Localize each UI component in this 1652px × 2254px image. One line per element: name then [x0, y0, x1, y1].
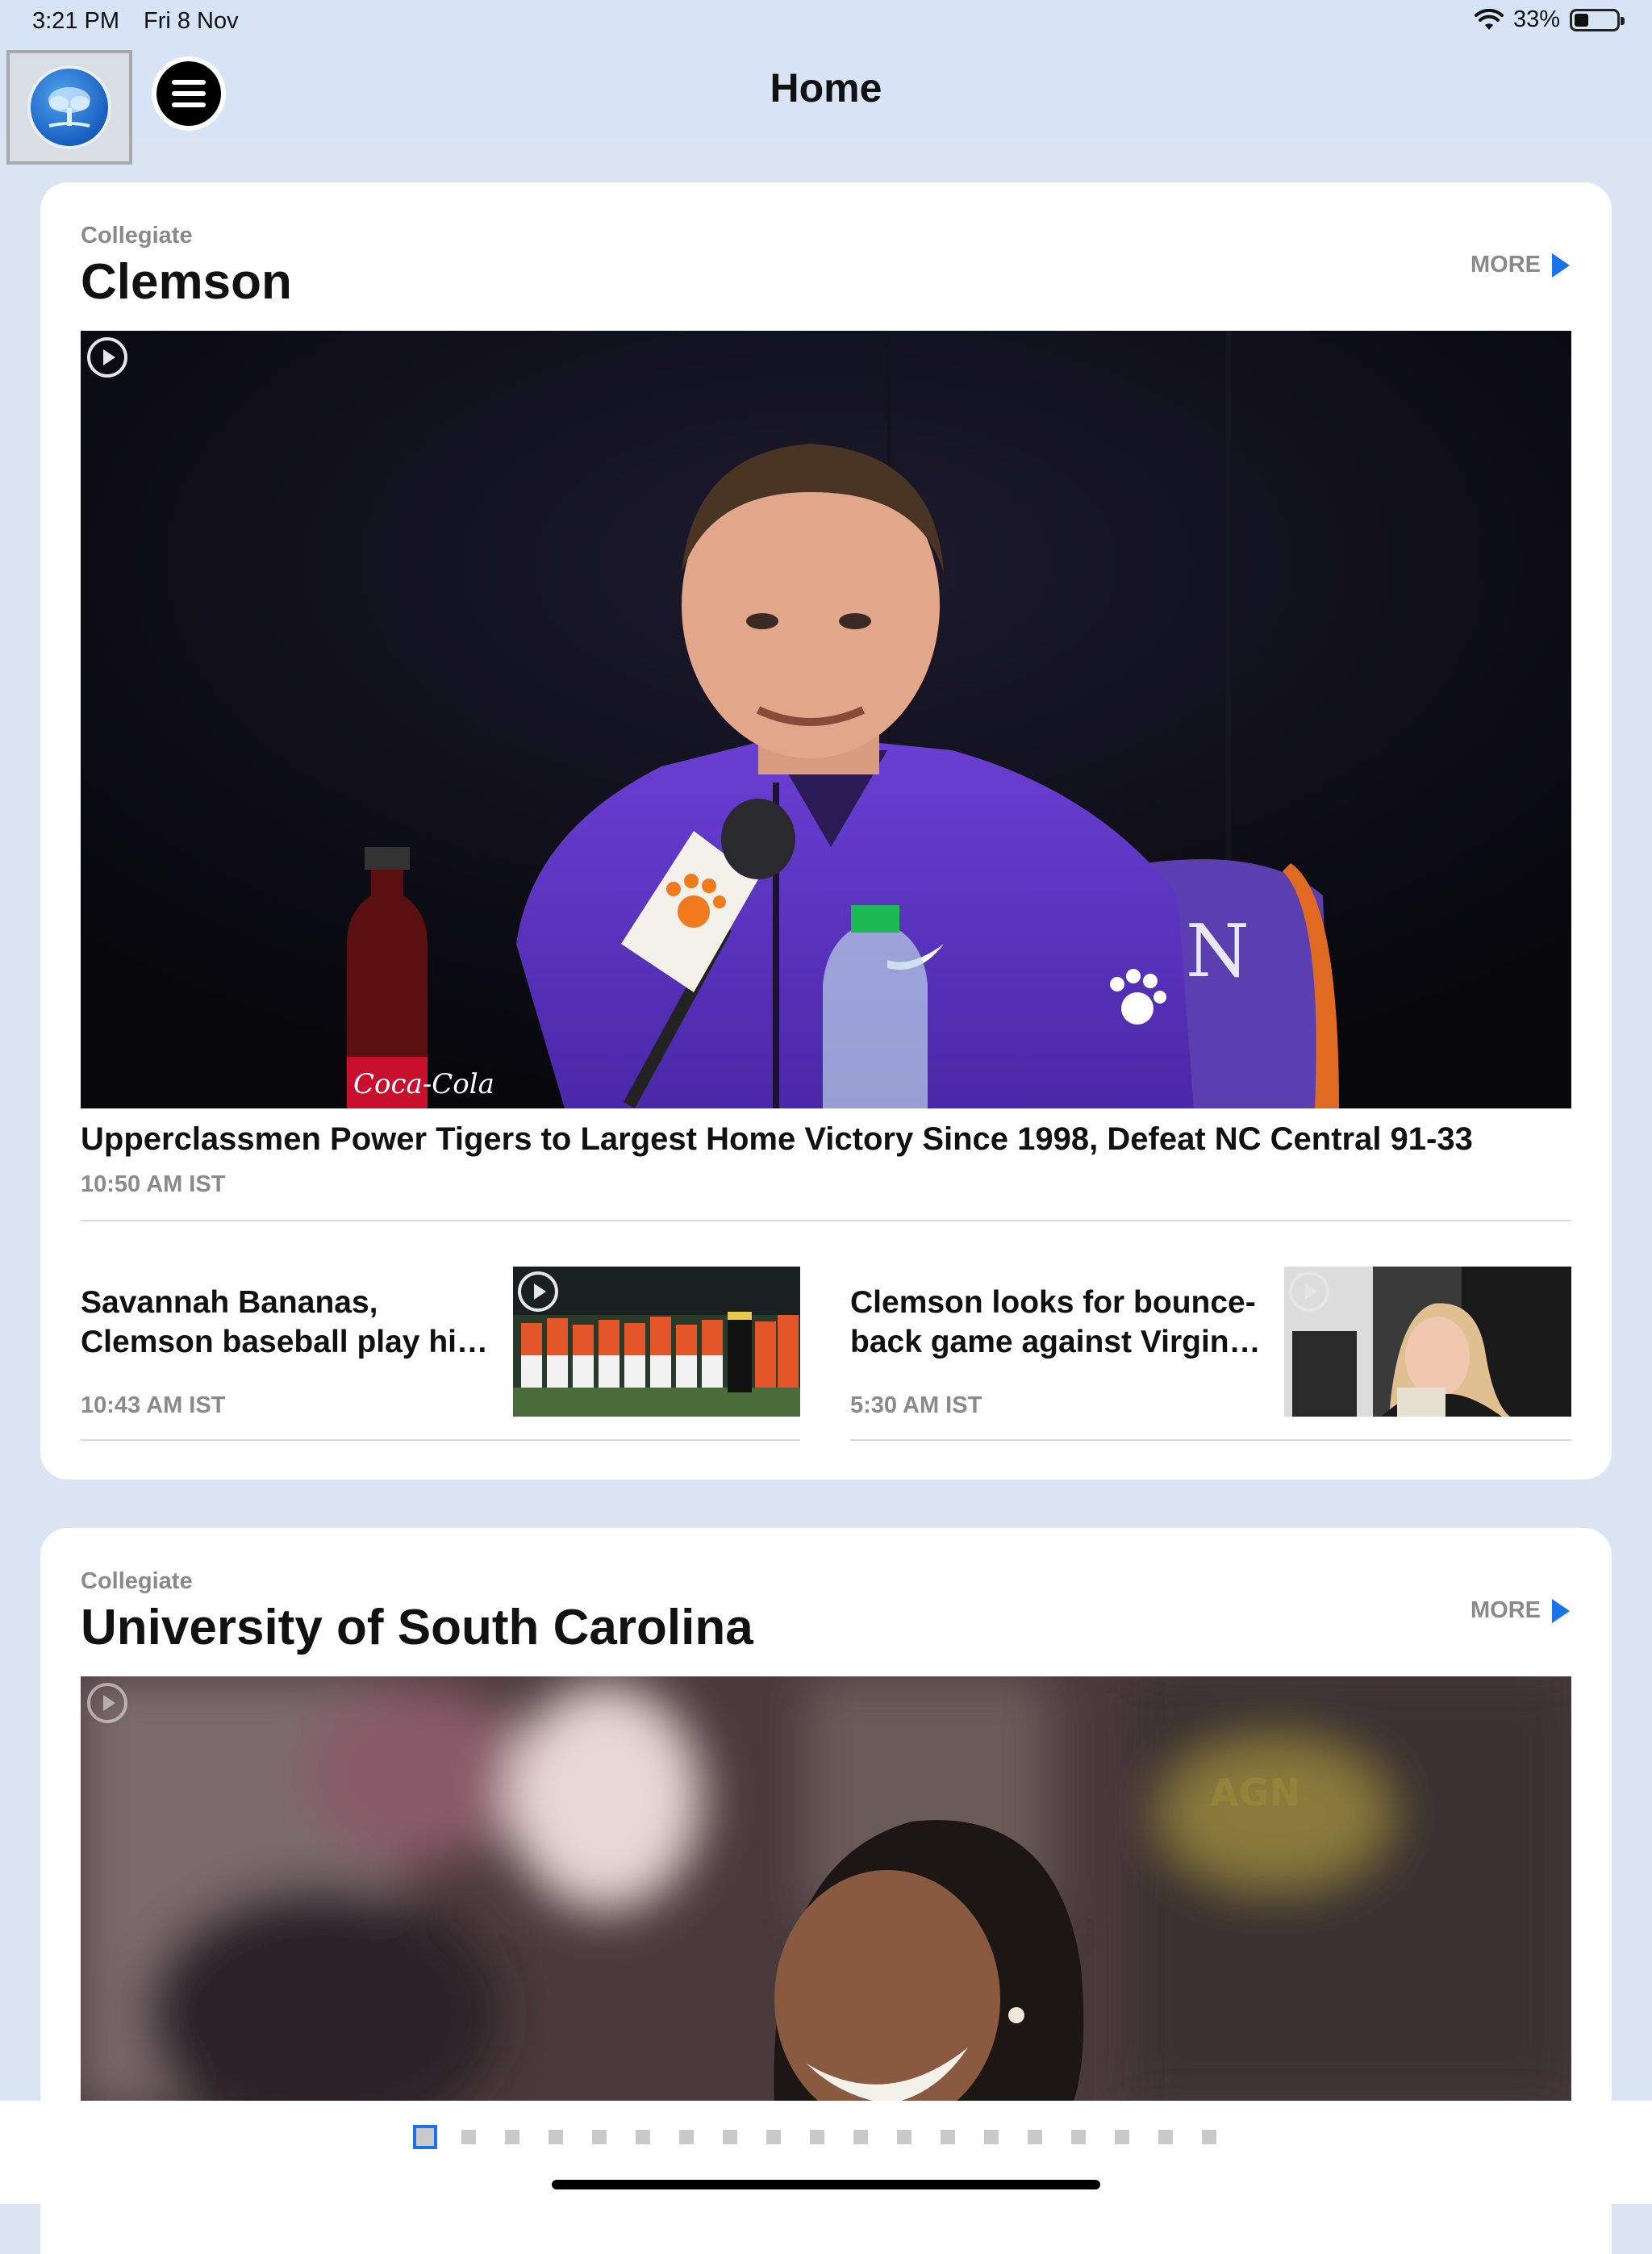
list-item-thumbnail[interactable] [1284, 1267, 1571, 1417]
svg-text:AGN: AGN [1210, 1771, 1300, 1814]
featured-video-thumbnail[interactable]: AGN [81, 1676, 1571, 2104]
section-title: Clemson [81, 254, 292, 310]
status-bar: 3:21 PM Fri 8 Nov 33% [0, 0, 1652, 45]
featured-timestamp: 10:50 AM IST [81, 1171, 226, 1197]
play-arrow-icon [1552, 1598, 1570, 1623]
battery-icon [1570, 8, 1625, 31]
page-dot[interactable] [1028, 2130, 1042, 2144]
battery-percent: 33% [1512, 6, 1560, 32]
page-dot[interactable] [1115, 2130, 1129, 2144]
svg-text:N: N [1186, 909, 1249, 994]
more-button[interactable]: MORE [1471, 1597, 1570, 1624]
divider [850, 1439, 1571, 1441]
more-button[interactable]: MORE [1471, 252, 1570, 278]
section-eyebrow: Collegiate [81, 223, 193, 248]
wifi-icon [1474, 8, 1504, 30]
page-dot[interactable] [941, 2130, 955, 2144]
featured-headline[interactable]: Upperclassmen Power Tigers to Largest Ho… [81, 1121, 1473, 1158]
svg-text:Coca-Cola: Coca-Cola [353, 1068, 494, 1100]
status-right: 33% [1474, 6, 1625, 33]
section-eyebrow: Collegiate [81, 1568, 193, 1594]
page-dot[interactable] [1071, 2130, 1086, 2144]
play-arrow-icon [1552, 253, 1570, 278]
page-dot[interactable] [679, 2130, 694, 2144]
headline-line: Clemson baseball play hi… [81, 1325, 488, 1359]
page-dot[interactable] [461, 2130, 476, 2144]
play-icon [1289, 1271, 1329, 1312]
more-label: MORE [1471, 252, 1541, 278]
play-icon [87, 1683, 127, 1723]
page-title: Home [770, 65, 882, 111]
page-dot[interactable] [505, 2130, 519, 2144]
featured-video-thumbnail[interactable]: N Coca-Cola [81, 331, 1571, 1108]
page-dot[interactable] [766, 2130, 781, 2144]
page-dot[interactable] [1202, 2130, 1216, 2144]
divider [81, 1220, 1571, 1221]
press-conference-image: N Coca-Cola [81, 331, 1571, 1108]
page-dot[interactable] [1158, 2130, 1173, 2144]
section-title: University of South Carolina [81, 1600, 753, 1655]
page-dot[interactable] [897, 2130, 912, 2144]
play-icon [87, 337, 127, 378]
divider [81, 1439, 800, 1441]
page-dot[interactable] [636, 2130, 650, 2144]
page-dot[interactable] [592, 2130, 607, 2144]
list-item-headline[interactable]: Savannah Bananas, Clemson baseball play … [81, 1283, 500, 1362]
page-dot[interactable] [810, 2130, 824, 2144]
section-card-clemson: Collegiate Clemson MORE N Coca-Cola Uppe… [40, 182, 1612, 1480]
page-dot-active[interactable] [413, 2125, 437, 2149]
page-dots [413, 2125, 1216, 2149]
list-item-thumbnail[interactable] [513, 1267, 800, 1417]
status-time: 3:21 PM [32, 8, 119, 34]
headline-line: Clemson looks for bounce- [850, 1285, 1256, 1320]
more-label: MORE [1471, 1597, 1541, 1623]
status-date: Fri 8 Nov [144, 8, 239, 34]
play-icon [518, 1271, 558, 1312]
list-item-timestamp: 10:43 AM IST [81, 1392, 226, 1418]
list-item-headline[interactable]: Clemson looks for bounce- back game agai… [850, 1283, 1270, 1362]
page-dot[interactable] [853, 2130, 868, 2144]
headline-line: back game against Virgin… [850, 1325, 1261, 1359]
home-indicator[interactable] [552, 2180, 1100, 2189]
celebration-image: AGN [81, 1676, 1571, 2104]
page-dot[interactable] [549, 2130, 563, 2144]
page-dot[interactable] [723, 2130, 737, 2144]
page-dot[interactable] [984, 2130, 999, 2144]
headline-line: Savannah Bananas, [81, 1285, 378, 1320]
list-item-timestamp: 5:30 AM IST [850, 1392, 982, 1418]
